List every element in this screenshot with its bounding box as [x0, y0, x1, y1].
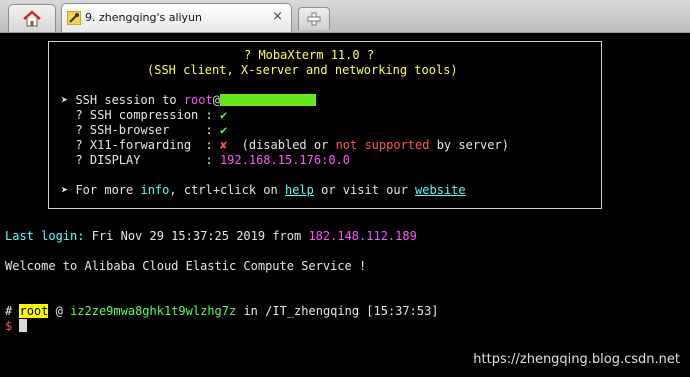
info-link[interactable]: info — [140, 183, 169, 197]
plus-icon — [307, 12, 321, 26]
session-tab-label: 9. zhengqing's aliyun — [85, 11, 203, 24]
prompt-line: # root @ iz2ze9mwa8ghk1t9wlzhg7z in /IT_… — [5, 304, 439, 318]
terminal-tool-icon — [67, 11, 81, 25]
display-line: ? DISPLAY : 192.168.15.176:0.0 — [61, 153, 350, 167]
mobaxterm-banner: ? MobaXterm 11.0 ? (SSH client, X-server… — [48, 41, 602, 209]
home-tab[interactable] — [8, 4, 56, 32]
check-icon: ✔ — [219, 108, 228, 122]
more-info-line: ➤ For more info, ctrl+click on help or v… — [61, 183, 466, 197]
website-link[interactable]: website — [415, 183, 466, 197]
tab-bar: 9. zhengqing's aliyun × — [0, 0, 690, 33]
ssh-session-line: ➤ SSH session to root@ — [61, 93, 316, 108]
watermark: https://zhengqing.blog.csdn.net — [473, 352, 680, 367]
ssh-browser-line: ? SSH-browser : ✔ — [61, 123, 228, 137]
input-line[interactable]: $ — [5, 319, 28, 334]
help-link[interactable]: help — [285, 183, 314, 197]
banner-title: ? MobaXterm 11.0 ? — [244, 48, 375, 62]
redacted-host — [219, 94, 316, 106]
cursor — [19, 319, 28, 332]
session-tab[interactable]: 9. zhengqing's aliyun × — [61, 3, 292, 32]
close-tab-icon[interactable]: × — [272, 9, 283, 24]
new-tab-button[interactable] — [298, 7, 330, 30]
ssh-compression-line: ? SSH compression : ✔ — [61, 108, 228, 122]
welcome-line: Welcome to Alibaba Cloud Elastic Compute… — [5, 259, 367, 273]
check-icon: ✔ — [219, 123, 228, 137]
x11-forwarding-line: ? X11-forwarding : ✘ (disabled or not su… — [61, 138, 509, 152]
last-login-line: Last login: Fri Nov 29 15:37:25 2019 fro… — [5, 229, 417, 243]
terminal[interactable]: ? MobaXterm 11.0 ? (SSH client, X-server… — [0, 33, 690, 377]
banner-subtitle: (SSH client, X-server and networking too… — [147, 63, 458, 77]
home-icon — [23, 10, 41, 27]
